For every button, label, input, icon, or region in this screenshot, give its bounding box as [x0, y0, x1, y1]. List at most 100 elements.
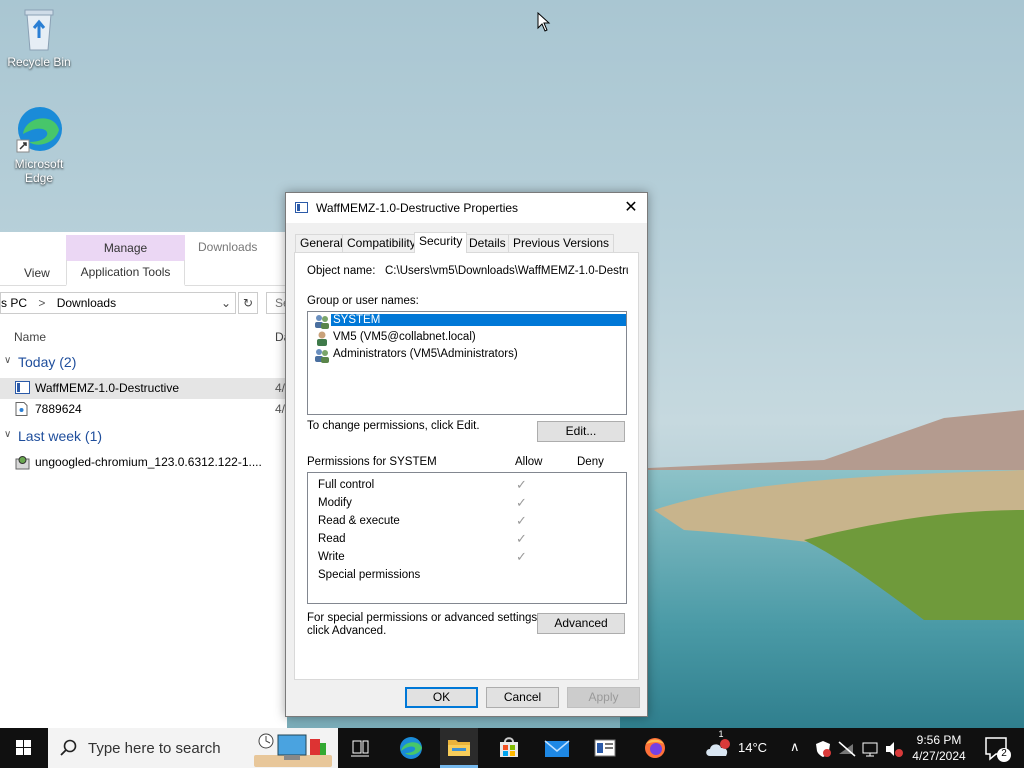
- mouse-cursor-icon: [537, 12, 551, 32]
- close-button[interactable]: ✕: [615, 193, 647, 223]
- list-item[interactable]: 7889624 4/: [0, 399, 287, 420]
- tab-general[interactable]: General: [295, 234, 348, 252]
- installer-icon: [15, 456, 30, 470]
- ok-button[interactable]: OK: [405, 687, 478, 708]
- tab-manage[interactable]: Manage: [66, 235, 185, 261]
- group-header[interactable]: ∨ Today (2): [0, 352, 287, 374]
- notification-center-button[interactable]: 2: [978, 728, 1024, 768]
- tab-application-tools[interactable]: Application Tools: [66, 260, 185, 286]
- clock-time: 9:56 PM: [916, 733, 962, 747]
- app-icon: [295, 202, 308, 213]
- taskbar-store-button[interactable]: [490, 728, 528, 768]
- list-item[interactable]: ungoogled-chromium_123.0.6312.122-1....: [0, 452, 287, 473]
- apply-button[interactable]: Apply: [567, 687, 640, 708]
- list-item[interactable]: WaffMEMZ-1.0-Destructive 4/: [0, 378, 287, 399]
- desktop-icon-recycle-bin[interactable]: Recycle Bin: [4, 6, 74, 69]
- search-highlight-icon: [254, 733, 332, 767]
- start-button[interactable]: [0, 728, 48, 768]
- weather-alert-badge: 1: [718, 729, 724, 739]
- user-name: Administrators (VM5\Administrators): [333, 348, 518, 360]
- store-icon: [500, 737, 518, 757]
- weather-temperature: 14°C: [738, 740, 768, 755]
- network-icon[interactable]: [861, 740, 881, 758]
- list-item[interactable]: SYSTEM: [312, 313, 626, 330]
- search-icon: [60, 739, 77, 756]
- user-list[interactable]: SYSTEM VM5 (VM5@collabnet.local) Adminis…: [307, 311, 627, 415]
- permissions-list[interactable]: Full control ✓ Modify ✓ Read & execute ✓…: [307, 472, 627, 604]
- taskbar-app-button[interactable]: [586, 728, 624, 768]
- tab-view[interactable]: View: [24, 266, 50, 280]
- chevron-down-icon[interactable]: ⌄: [221, 293, 231, 313]
- firefox-icon: [645, 738, 665, 758]
- tab-security[interactable]: Security: [414, 232, 468, 253]
- weather-widget[interactable]: 1 14°C: [700, 728, 780, 768]
- window-title-downloads: Downloads: [198, 240, 258, 254]
- column-header-row: Name Da: [0, 322, 290, 352]
- permission-name: Full control: [318, 479, 375, 491]
- search-input[interactable]: Se: [266, 292, 287, 314]
- refresh-icon[interactable]: ↻: [238, 292, 258, 314]
- advanced-button[interactable]: Advanced: [537, 613, 625, 634]
- checkmark-icon: ✓: [516, 495, 527, 510]
- properties-dialog: WaffMEMZ-1.0-Destructive Properties ✕ Ge…: [285, 192, 648, 717]
- ribbon-context-row: Manage Downloads: [0, 232, 287, 261]
- task-view-icon: [351, 740, 369, 757]
- list-item[interactable]: VM5 (VM5@collabnet.local): [312, 330, 626, 347]
- user-name: SYSTEM: [331, 314, 626, 326]
- column-header-name[interactable]: Name: [14, 330, 46, 344]
- app-window-icon: [594, 739, 616, 757]
- edge-icon: [400, 737, 422, 759]
- speaker-muted-icon[interactable]: [884, 740, 904, 758]
- file-date: 4/: [275, 381, 286, 395]
- checkmark-icon: ✓: [516, 531, 527, 546]
- permission-name: Modify: [318, 497, 352, 509]
- folder-icon: [448, 740, 470, 756]
- desktop-icon-edge[interactable]: Microsoft Edge: [4, 104, 74, 185]
- list-item[interactable]: Administrators (VM5\Administrators): [312, 347, 626, 364]
- dialog-titlebar[interactable]: WaffMEMZ-1.0-Destructive Properties ✕: [286, 193, 647, 223]
- address-bar[interactable]: s PC > Downloads ⌄: [0, 292, 236, 314]
- allow-column-header: Allow: [515, 456, 543, 468]
- user-group-icon: [315, 315, 329, 329]
- group-header[interactable]: ∨ Last week (1): [0, 426, 287, 448]
- permission-row: Modify ✓: [318, 495, 618, 513]
- change-permissions-text: To change permissions, click Edit.: [307, 420, 480, 432]
- edit-button[interactable]: Edit...: [537, 421, 625, 442]
- task-view-button[interactable]: [341, 728, 379, 768]
- breadcrumb-separator-icon: >: [38, 296, 46, 310]
- cancel-button[interactable]: Cancel: [486, 687, 559, 708]
- object-name-label: Object name:: [307, 265, 376, 277]
- reed-field: [654, 470, 1024, 620]
- system-clock[interactable]: 9:56 PM 4/27/2024: [905, 732, 973, 764]
- group-label: Last week (1): [18, 428, 103, 444]
- taskbar-search-box[interactable]: Type here to search: [48, 728, 338, 768]
- taskbar-file-explorer-button[interactable]: [440, 728, 478, 768]
- advanced-hint-line-2: click Advanced.: [307, 625, 387, 637]
- chevron-down-icon: ∨: [4, 429, 12, 440]
- desktop-icon-label: Recycle Bin: [7, 55, 71, 69]
- permission-name: Read & execute: [318, 515, 400, 527]
- chevron-up-icon[interactable]: ∧: [790, 739, 800, 759]
- taskbar-mail-button[interactable]: [538, 728, 576, 768]
- tab-compatibility[interactable]: Compatibility: [342, 234, 421, 252]
- user-name: VM5 (VM5@collabnet.local): [333, 331, 476, 343]
- taskbar-edge-button[interactable]: [392, 728, 430, 768]
- file-name: ungoogled-chromium_123.0.6312.122-1....: [35, 455, 262, 469]
- edge-icon: [16, 107, 62, 153]
- network-disabled-icon[interactable]: [837, 740, 857, 758]
- tab-details[interactable]: Details: [464, 234, 511, 252]
- address-row: s PC > Downloads ⌄ ↻ Se: [0, 292, 287, 322]
- taskbar-firefox-button[interactable]: [636, 728, 674, 768]
- advanced-hint-line-1: For special permissions or advanced sett…: [307, 612, 541, 624]
- windows-icon: [16, 740, 31, 755]
- group-label: Today (2): [18, 354, 77, 370]
- notification-count-badge: 2: [1001, 748, 1007, 759]
- permission-name: Write: [318, 551, 345, 563]
- security-panel: Object name: C:\Users\vm5\Downloads\Waff…: [294, 252, 639, 680]
- permission-row: Read & execute ✓: [318, 513, 618, 531]
- ribbon-tabs: View Application Tools: [0, 260, 287, 286]
- shield-icon[interactable]: [814, 740, 832, 758]
- tab-previous-versions[interactable]: Previous Versions: [508, 234, 615, 252]
- file-name: WaffMEMZ-1.0-Destructive: [35, 381, 180, 395]
- address-folder[interactable]: Downloads: [57, 296, 116, 310]
